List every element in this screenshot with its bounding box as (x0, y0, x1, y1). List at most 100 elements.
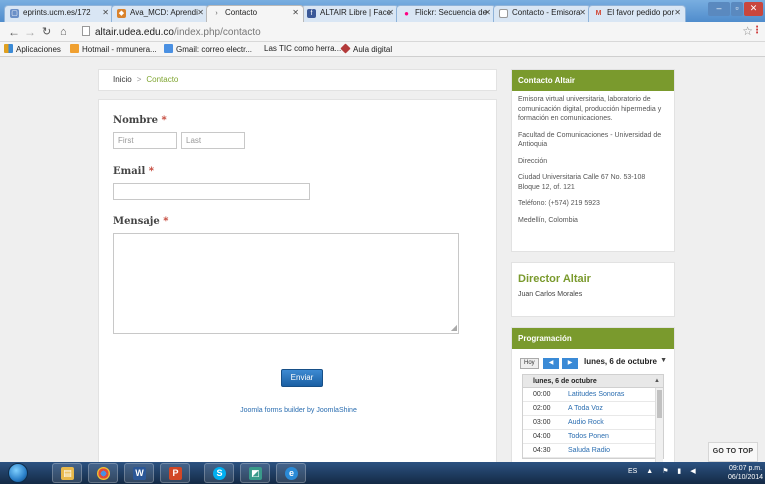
required-mark: * (148, 166, 154, 177)
breadcrumb-current: Contacto (146, 75, 179, 84)
page-icon (499, 9, 508, 18)
close-tab-icon[interactable]: ✕ (292, 8, 299, 17)
bookmark-aula[interactable]: Aula digital (340, 43, 393, 54)
network-icon[interactable]: ▮ (677, 468, 681, 475)
tab-title: ALTAIR Libre | Face (320, 8, 392, 17)
browser-tab-flickr[interactable]: ● Flickr: Secuencia de ✕ (396, 5, 496, 22)
taskbar-explorer[interactable]: ▤ (52, 463, 82, 483)
url-domain: altair.udea.edu.co (95, 27, 174, 38)
system-clock[interactable]: 09:07 p.m. 06/10/2014 (728, 464, 763, 482)
email-input[interactable] (113, 183, 310, 200)
tab-title: eprints.ucm.es/172 (23, 8, 91, 17)
tab-title: Contacto (225, 8, 258, 17)
aula-digital-icon (340, 43, 351, 54)
next-day-button[interactable]: ▶ (562, 358, 578, 369)
name-label: Nombre * (113, 115, 167, 126)
close-window-button[interactable]: ✕ (744, 2, 763, 16)
agenda-row[interactable]: 00:00 Latitudes Sonoras (523, 388, 663, 402)
agenda-row[interactable]: 04:30 Saluda Radio (523, 444, 663, 458)
tab-title: Flickr: Secuencia de (415, 8, 488, 17)
bookmark-apps[interactable]: Aplicaciones (4, 44, 61, 54)
word-icon: W (133, 467, 146, 480)
menu-icon[interactable]: ⋮ (752, 25, 762, 36)
last-name-input[interactable]: Last (181, 132, 245, 149)
taskbar-word[interactable]: W (124, 463, 154, 483)
taskbar-skype[interactable]: S (204, 463, 234, 483)
calendar-date: lunes, 6 de octubre (584, 357, 657, 366)
start-button[interactable] (8, 463, 28, 483)
restore-window-button[interactable]: ▫ (731, 2, 743, 16)
close-tab-icon[interactable]: ✕ (102, 8, 109, 17)
message-textarea[interactable]: ◢ (113, 233, 459, 334)
browser-tab-ava[interactable]: ◆ Ava_MCD: Aprendi ✕ (111, 5, 209, 22)
browser-toolbar: ← → ↻ ⌂ altair.udea.edu.co/index.php/con… (0, 22, 765, 42)
programacion-module: Programación Hoy ◀ ▶ lunes, 6 de octubre… (511, 327, 675, 462)
first-name-input[interactable]: First (113, 132, 177, 149)
close-tab-icon[interactable]: ✕ (579, 8, 586, 17)
tray-expand-icon[interactable]: ▲ (646, 468, 653, 475)
forward-arrow-icon[interactable]: → (24, 25, 36, 39)
minimize-window-button[interactable]: – (708, 2, 730, 16)
address-bar[interactable]: altair.udea.edu.co/index.php/contacto (82, 25, 744, 40)
browser-tab-emisora[interactable]: Contacto - Emisora ✕ (493, 5, 591, 22)
bookmark-label: Gmail: correo electr... (176, 45, 253, 54)
browser-tab-facebook[interactable]: f ALTAIR Libre | Face ✕ (301, 5, 399, 22)
bookmark-gmail[interactable]: Gmail: correo electr... (164, 44, 252, 54)
flickr-icon: ● (404, 9, 409, 18)
browser-tab-bar: ▢ eprints.ucm.es/172 ✕ ◆ Ava_MCD: Aprend… (0, 0, 765, 22)
contact-faculty: Facultad de Comunicaciones - Universidad… (518, 131, 662, 149)
agenda-row[interactable]: 03:00 Audio Rock (523, 416, 663, 430)
reload-icon[interactable]: ↻ (42, 25, 51, 39)
powered-by-link[interactable]: Joomla forms builder by JoomlaShine (99, 407, 498, 414)
close-tab-icon[interactable]: ✕ (387, 8, 394, 17)
taskbar-powerpoint[interactable]: P (160, 463, 190, 483)
submit-button[interactable]: Enviar (281, 369, 323, 387)
taskbar-chrome[interactable] (88, 463, 118, 483)
email-label: Email * (113, 166, 154, 177)
director-name: Juan Carlos Morales (518, 291, 583, 298)
language-indicator[interactable]: ES (628, 468, 637, 475)
scroll-up-icon[interactable]: ▲ (654, 375, 660, 388)
back-arrow-icon[interactable]: ← (8, 25, 20, 39)
volume-icon[interactable]: ◀ (690, 468, 695, 475)
taskbar-ie[interactable]: e (276, 463, 306, 483)
page-icon: ▢ (10, 9, 19, 18)
browser-tab-gmail[interactable]: M El favor pedido por ✕ (588, 5, 686, 22)
director-title: Director Altair (518, 273, 591, 285)
flag-icon[interactable]: ⚑ (662, 468, 668, 475)
bookmarks-bar: Aplicaciones Hotmail - mmunera... Gmail:… (0, 42, 765, 57)
director-module: Director Altair Juan Carlos Morales (511, 262, 675, 317)
go-to-top-button[interactable]: GO TO TOP (708, 442, 758, 462)
agenda-scrollbar[interactable] (655, 388, 663, 462)
home-icon[interactable]: ⌂ (60, 25, 67, 39)
taskbar-app[interactable]: ◩ (240, 463, 270, 483)
required-mark: * (161, 115, 167, 126)
close-tab-icon[interactable]: ✕ (484, 8, 491, 17)
resize-handle-icon[interactable]: ◢ (451, 324, 457, 332)
browser-tab-contacto[interactable]: › Contacto ✕ (206, 5, 304, 22)
page-viewport: Inicio > Contacto Nombre * First Last Emai… (0, 57, 765, 462)
prev-day-button[interactable]: ◀ (543, 358, 559, 369)
agenda-row[interactable]: 04:00 Todos Ponen (523, 430, 663, 444)
bookmark-hotmail[interactable]: Hotmail - mmunera... (70, 44, 157, 54)
bookmark-label: Las TIC como herra... (264, 44, 342, 53)
facebook-icon: f (307, 9, 316, 18)
today-button[interactable]: Hoy (520, 358, 539, 369)
url-path: /index.php/contacto (173, 27, 261, 38)
chevron-down-icon[interactable]: ▼ (660, 357, 667, 364)
contact-address: Ciudad Universitaria Calle 67 No. 53-108… (518, 174, 646, 191)
browser-tab-eprints[interactable]: ▢ eprints.ucm.es/172 ✕ (4, 5, 114, 22)
breadcrumb-separator: > (136, 75, 142, 84)
close-tab-icon[interactable]: ✕ (197, 8, 204, 17)
powerpoint-icon: P (169, 467, 182, 480)
tab-title: Ava_MCD: Aprendi (130, 8, 198, 17)
scrollbar-thumb[interactable] (657, 390, 662, 418)
tab-title: El favor pedido por (607, 8, 675, 17)
ava-favicon-icon: ◆ (117, 9, 126, 18)
gmail-icon (164, 44, 173, 53)
bookmark-label: Aula digital (353, 45, 393, 54)
agenda-row[interactable]: 02:00 A Toda Voz (523, 402, 663, 416)
bookmark-tic[interactable]: Las TIC como herra... (264, 44, 341, 53)
close-tab-icon[interactable]: ✕ (674, 8, 681, 17)
breadcrumb-home-link[interactable]: Inicio (113, 75, 132, 84)
